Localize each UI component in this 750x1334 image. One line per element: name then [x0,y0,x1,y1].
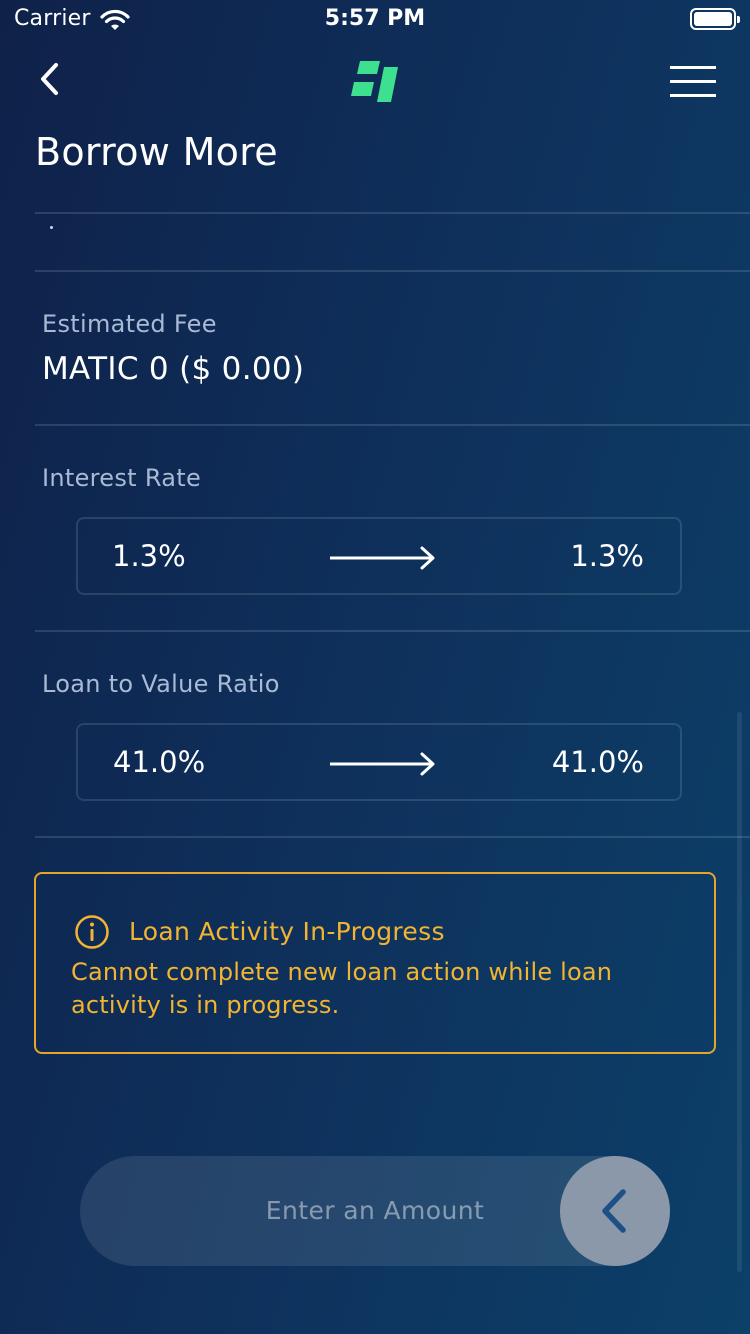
back-button[interactable] [28,56,74,102]
divider [35,836,750,838]
estimated-fee-value: MATIC 0 ($ 0.00) [42,351,305,387]
warning-message: Cannot complete new loan action while lo… [71,958,613,1019]
divider [35,630,750,632]
loan-to-value-label: Loan to Value Ratio [42,670,280,698]
interest-rate-label: Interest Rate [42,464,202,492]
divider [35,270,750,272]
loan-to-value-comparison: 41.0% 41.0% [76,723,682,801]
loan-to-value-new: 41.0% [551,745,644,779]
hamburger-menu-icon[interactable] [664,58,722,104]
loan-to-value-current: 41.0% [113,745,206,779]
arrow-right-icon [330,546,435,570]
slider-knob-button[interactable] [560,1156,670,1266]
estimated-fee-label: Estimated Fee [42,310,217,338]
truncated-content-dot [50,226,53,229]
scrollbar[interactable] [737,712,742,1272]
brand-logo-icon [351,61,398,102]
arrow-right-icon [330,752,435,776]
warning-title: Loan Activity In-Progress [129,917,445,946]
chevron-left-icon [602,1189,626,1233]
interest-rate-current: 1.3% [112,539,186,573]
divider [35,424,750,426]
battery-icon [690,8,740,30]
info-icon [75,915,109,949]
page-title: Borrow More [35,130,278,174]
status-time: 5:57 PM [324,6,426,31]
loan-activity-warning: Loan Activity In-Progress Cannot complet… [34,872,716,1054]
interest-rate-comparison: 1.3% 1.3% [76,517,682,595]
interest-rate-new: 1.3% [570,539,644,573]
divider [35,212,750,214]
